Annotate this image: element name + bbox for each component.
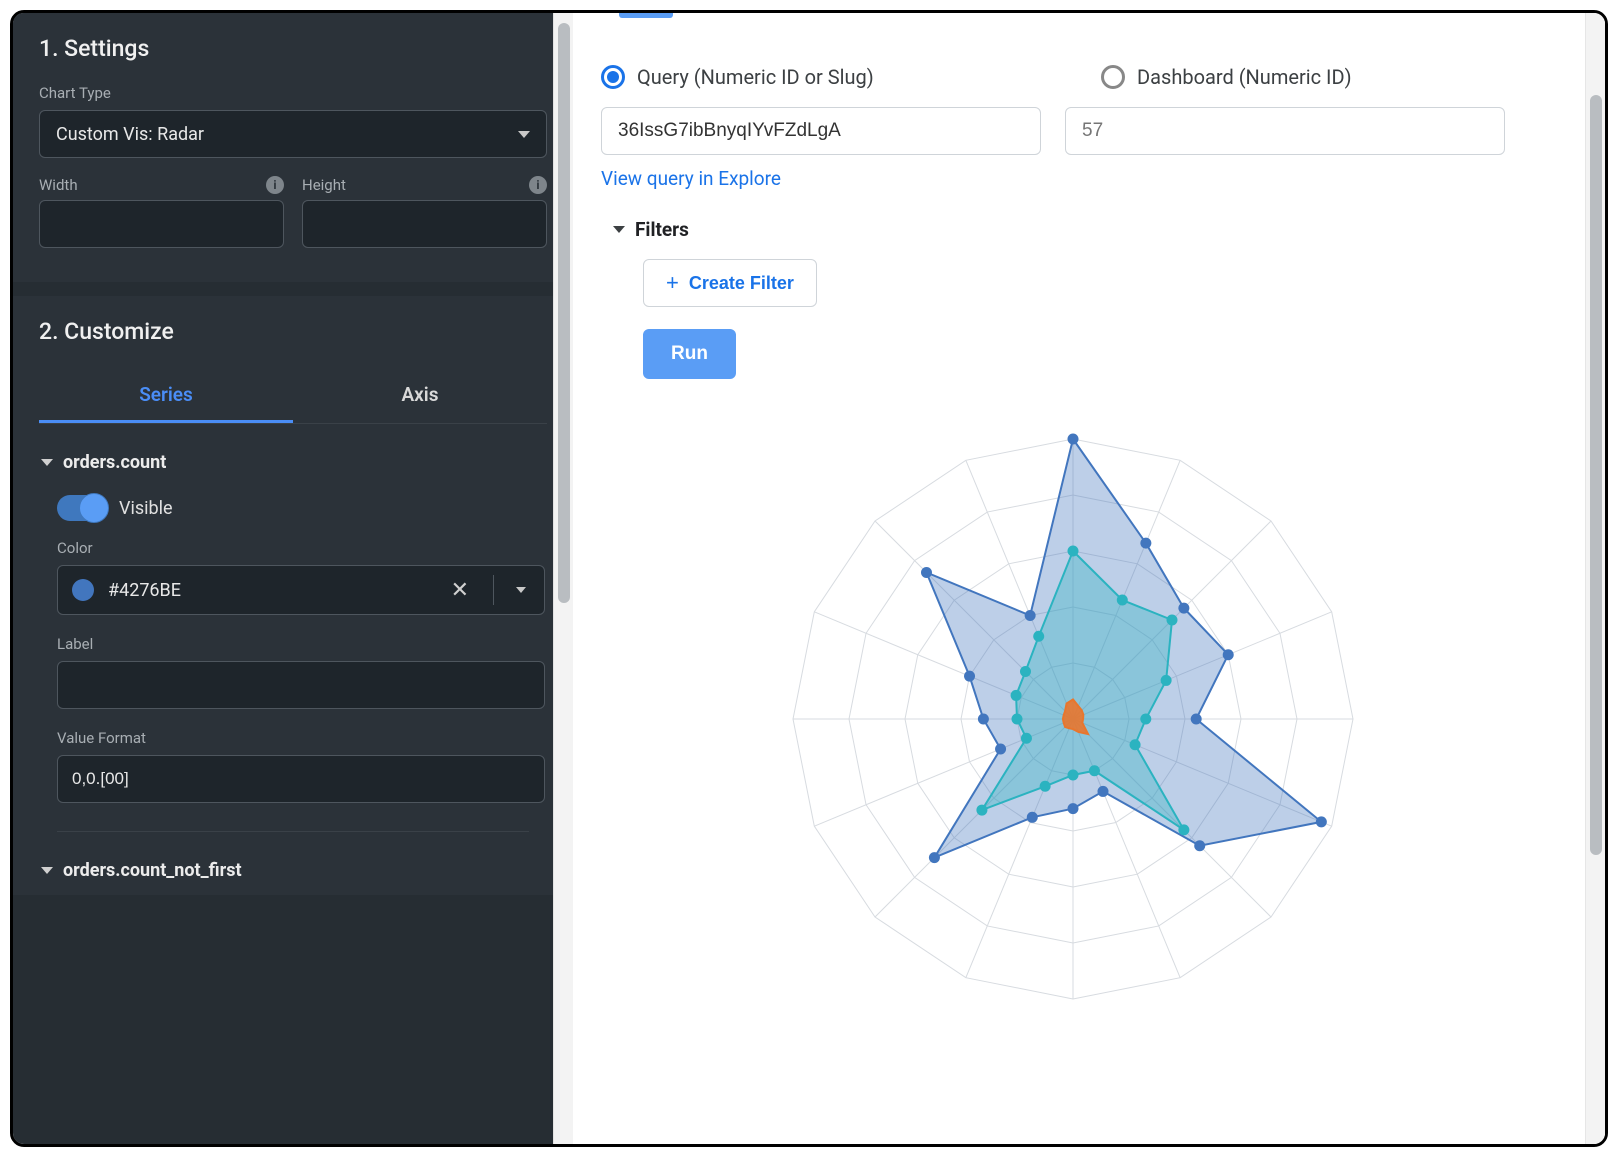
settings-title: 1. Settings [39,35,547,62]
customize-panel: 2. Customize Series Axis orders.count Vi… [13,296,573,895]
chevron-down-icon [41,867,53,874]
tab-series[interactable]: Series [39,367,293,423]
dashboard-id-input[interactable] [1065,107,1505,155]
value-format-label: Value Format [57,729,545,747]
chevron-down-icon [613,226,625,233]
radio-icon [1101,65,1125,89]
clear-icon[interactable]: ✕ [441,578,479,603]
color-value: #4276BE [108,580,427,601]
settings-panel: 1. Settings Chart Type Custom Vis: Radar… [13,13,573,282]
chart-type-value: Custom Vis: Radar [56,124,204,145]
separator [493,575,494,605]
radar-chart [601,399,1545,1039]
chevron-down-icon [518,131,530,138]
radio-query[interactable]: Query (Numeric ID or Slug) [601,65,1041,89]
create-filter-label: Create Filter [689,273,794,294]
view-query-link[interactable]: View query in Explore [601,167,781,190]
series-item-toggle[interactable]: orders.count [41,452,545,473]
chart-type-label: Chart Type [39,84,547,102]
sidebar-scrollbar[interactable] [553,13,573,1144]
width-label: Width [39,176,78,194]
label-input[interactable] [57,661,545,709]
query-id-input[interactable] [601,107,1041,155]
radio-dashboard[interactable]: Dashboard (Numeric ID) [1101,65,1352,89]
color-select[interactable]: #4276BE ✕ [57,565,545,615]
chevron-down-icon [41,459,53,466]
height-label: Height [302,176,346,194]
run-button[interactable]: Run [643,329,736,379]
main-panel: Query (Numeric ID or Slug) Dashboard (Nu… [573,13,1605,1144]
visible-label: Visible [119,498,173,519]
radio-dashboard-label: Dashboard (Numeric ID) [1137,65,1352,89]
label-label: Label [57,635,545,653]
customize-tabs: Series Axis [39,367,547,424]
filters-label: Filters [635,218,689,241]
series-name: orders.count [63,452,166,473]
divider [57,831,529,832]
value-format-input[interactable] [57,755,545,803]
series-item-toggle[interactable]: orders.count_not_first [41,860,545,881]
customize-title: 2. Customize [39,318,547,345]
radio-icon [601,65,625,89]
plus-icon: + [666,272,679,294]
active-tab-indicator [619,13,673,18]
series-name: orders.count_not_first [63,860,242,881]
chevron-down-icon [516,587,526,593]
visible-toggle[interactable] [57,495,105,521]
sidebar: 1. Settings Chart Type Custom Vis: Radar… [13,13,573,1144]
tab-axis[interactable]: Axis [293,367,547,423]
filters-toggle[interactable]: Filters [613,218,1545,241]
create-filter-button[interactable]: + Create Filter [643,259,817,307]
width-input[interactable] [39,200,284,248]
radio-query-label: Query (Numeric ID or Slug) [637,65,874,89]
height-input[interactable] [302,200,547,248]
color-swatch [72,579,94,601]
info-icon[interactable]: i [529,176,547,194]
color-label: Color [57,539,545,557]
chart-type-select[interactable]: Custom Vis: Radar [39,110,547,158]
main-scrollbar[interactable] [1585,13,1605,1144]
info-icon[interactable]: i [266,176,284,194]
